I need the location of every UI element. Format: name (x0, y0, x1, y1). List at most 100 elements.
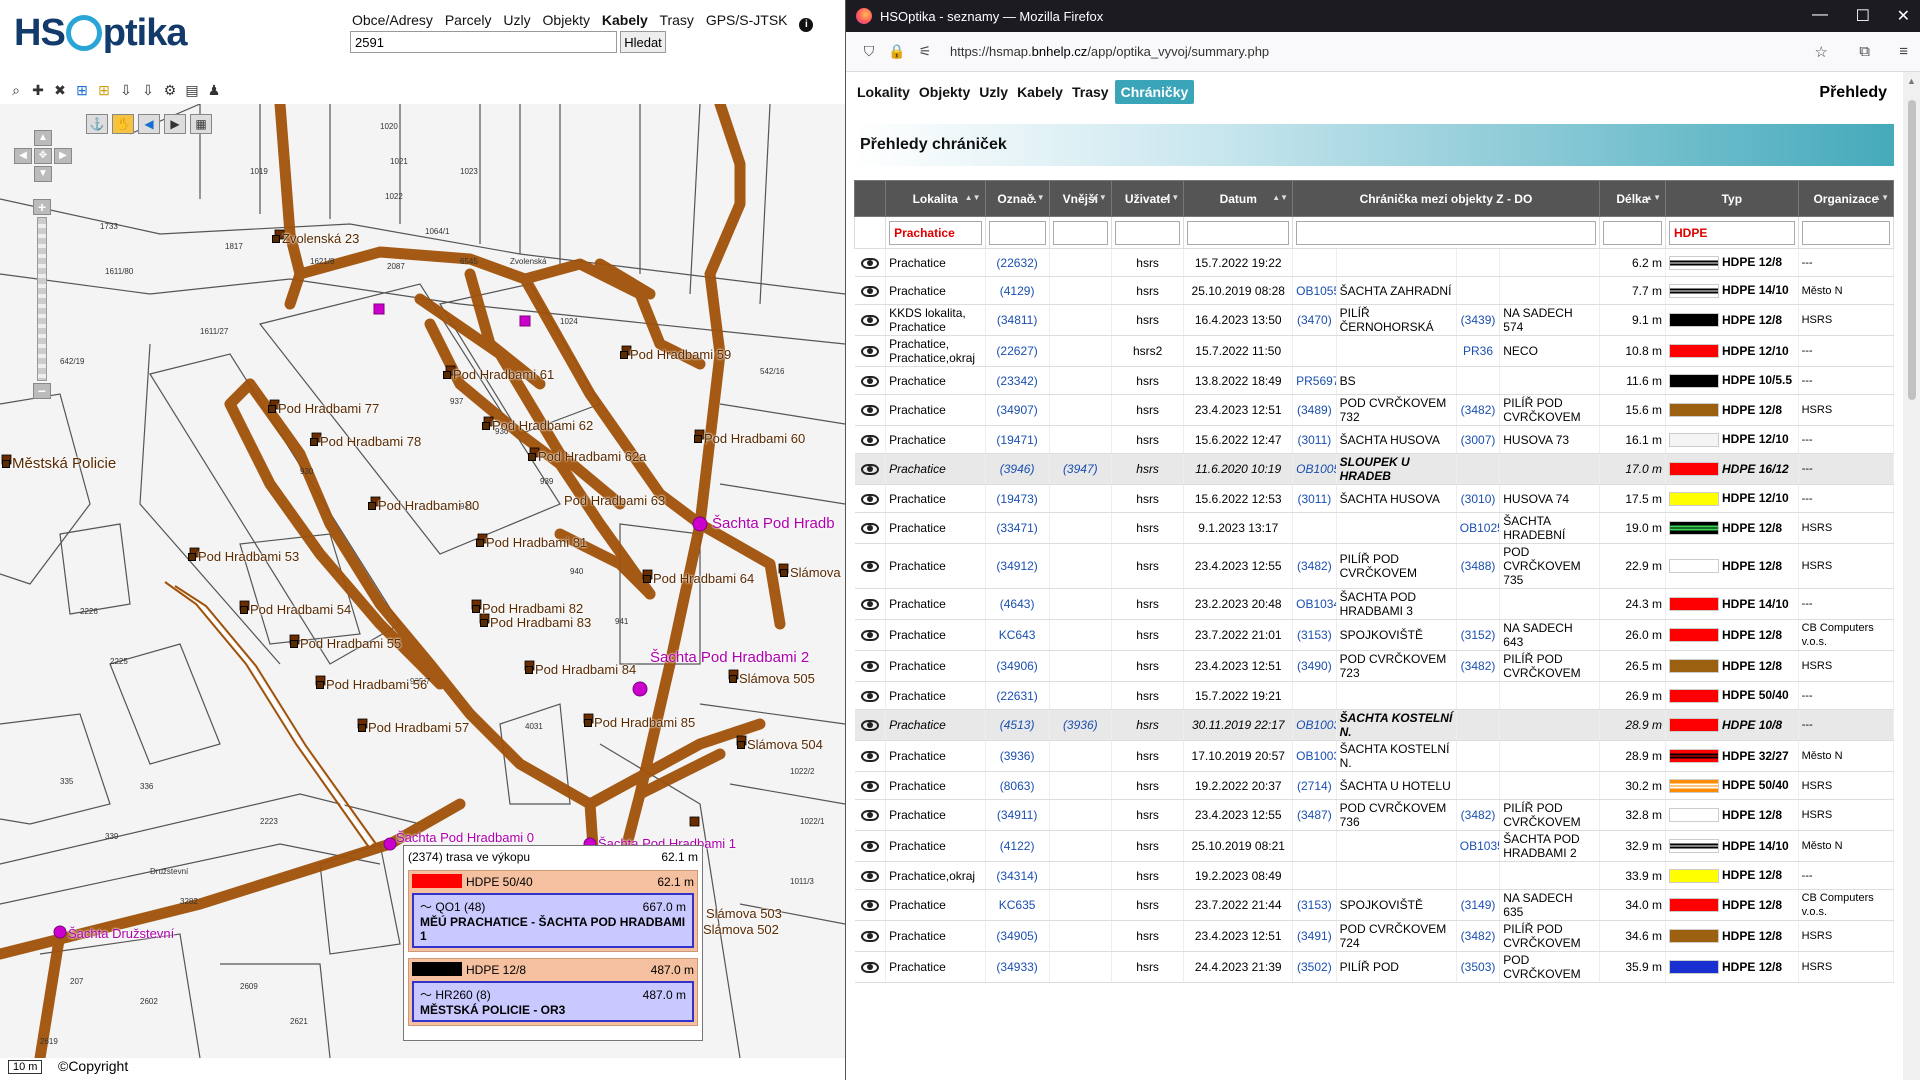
cell-vnejsi-link[interactable] (1049, 394, 1112, 426)
table-row[interactable]: Prachatice (22632) hsrs 15.7.2022 19:22 6.2 … (854, 248, 1895, 277)
filter-delka-input[interactable] (1602, 220, 1663, 245)
cell-vnejsi-link[interactable] (1049, 248, 1112, 277)
filter-oznac-input[interactable] (988, 220, 1046, 245)
map-label[interactable]: Pod Hradbami 80 (368, 498, 479, 513)
cell-to-id-link[interactable] (1456, 861, 1501, 890)
cell-vnejsi-link[interactable]: (3936) (1049, 709, 1112, 741)
table-row[interactable]: Prachatice (4129) hsrs 25.10.2019 08:28 OB10… (854, 276, 1895, 305)
col-organizace[interactable]: Organizace ▲▼ (1797, 180, 1895, 217)
cell-oznac-link[interactable]: KC643 (985, 619, 1050, 651)
table-row[interactable]: Prachatice (4643) hsrs 23.2.2023 20:48 OB103… (854, 588, 1895, 620)
filter-lokalita-input[interactable] (889, 220, 982, 245)
cell-to-id-link[interactable] (1456, 366, 1501, 395)
menu-kabely[interactable]: Kabely (602, 12, 648, 28)
eye-icon[interactable] (860, 661, 879, 673)
cell-oznac-link[interactable]: (19473) (985, 484, 1050, 513)
cell-from-id-link[interactable]: (3487) (1292, 799, 1337, 831)
map-label[interactable]: Slámova 505 (729, 671, 815, 686)
download-all-icon[interactable]: ⇩ (140, 82, 156, 98)
table-row[interactable]: Prachatice (8063) hsrs 19.2.2022 20:37 (2714… (854, 771, 1895, 800)
table-row[interactable]: Prachatice (23342) hsrs 13.8.2022 18:49 PR56… (854, 366, 1895, 395)
add-icon[interactable]: ✚ (30, 82, 46, 98)
eye-icon[interactable] (860, 405, 879, 417)
map-label[interactable]: Pod Hradbami 64 (643, 571, 754, 586)
cell-to-id-link[interactable]: OB1025 (1456, 512, 1501, 544)
menu-uzly[interactable]: Uzly (503, 12, 530, 28)
eye-icon[interactable] (860, 962, 879, 974)
measure-icon[interactable]: ▦ (190, 114, 212, 134)
popup-cable-box[interactable]: 〜 QO1 (48) 667.0 m MĚÚ PRACHATICE - ŠACHT… (412, 893, 694, 948)
cell-to-id-link[interactable]: (3010) (1456, 484, 1501, 513)
cell-from-id-link[interactable]: (3490) (1292, 650, 1337, 682)
table-row[interactable]: Prachatice (4513) (3936) hsrs 30.11.2019 22:… (854, 709, 1895, 741)
cell-oznac-link[interactable]: (34907) (985, 394, 1050, 426)
col-vnejsi[interactable]: Vnější ▲▼ (1048, 180, 1112, 217)
table-row[interactable]: Prachatice (34911) hsrs 23.4.2023 12:55 (348… (854, 799, 1895, 831)
table-row[interactable]: Prachatice (34933) hsrs 24.4.2023 21:39 (350… (854, 951, 1895, 983)
cell-to-id-link[interactable]: PR36 (1456, 335, 1501, 367)
eye-icon[interactable] (860, 630, 879, 642)
cell-from-id-link[interactable]: (3482) (1292, 543, 1337, 589)
table-row[interactable]: Prachatice (34907) hsrs 23.4.2023 12:51 (348… (854, 394, 1895, 426)
table-row[interactable]: Prachatice (34906) hsrs 23.4.2023 12:51 (349… (854, 650, 1895, 682)
pan-center-icon[interactable]: ✥ (34, 148, 52, 164)
cell-from-id-link[interactable]: (3011) (1292, 484, 1337, 513)
eye-icon[interactable] (860, 493, 879, 505)
eye-icon[interactable] (860, 434, 879, 446)
map-label[interactable]: Pod Hradbami 60 (694, 431, 805, 446)
scroll-up-icon[interactable]: ▲ (1907, 76, 1916, 86)
map-label[interactable]: Pod Hradbami 59 (620, 347, 731, 362)
cell-from-id-link[interactable]: (2714) (1292, 771, 1337, 800)
cell-vnejsi-link[interactable] (1049, 276, 1112, 305)
zoom-box-icon[interactable]: ⌕ (8, 82, 24, 98)
map-label[interactable]: Pod Hradbami 62a (528, 449, 646, 464)
eye-icon[interactable] (860, 599, 879, 611)
cell-oznac-link[interactable]: (19471) (985, 425, 1050, 454)
page-scrollbar[interactable]: ▲ (1903, 72, 1920, 1080)
cell-vnejsi-link[interactable] (1049, 830, 1112, 862)
cell-oznac-link[interactable]: (22631) (985, 681, 1050, 710)
cell-vnejsi-link[interactable] (1049, 799, 1112, 831)
map-label[interactable]: Pod Hradbami 61 (443, 367, 554, 382)
cell-from-id-link[interactable]: OB1005 (1292, 453, 1337, 485)
table-row[interactable]: Prachatice (33471) hsrs 9.1.2023 13:17 OB102… (854, 512, 1895, 544)
cell-from-id-link[interactable] (1292, 335, 1337, 367)
filter-vnejsi-input[interactable] (1052, 220, 1108, 245)
table-row[interactable]: Prachatice,okraj (34314) hsrs 19.2.2023 08:… (854, 861, 1895, 890)
menu-hamburger-icon[interactable]: ≡ (1899, 43, 1908, 60)
table-row[interactable]: Prachatice, Prachatice,okraj (22627) hsrs2… (854, 335, 1895, 367)
tab-chranicky[interactable]: Chráničky (1114, 80, 1195, 104)
table-row[interactable]: Prachatice (3936) hsrs 17.10.2019 20:57 OB10… (854, 740, 1895, 772)
popup-cable-box[interactable]: 〜 HR260 (8) 487.0 m MĚSTSKÁ POLICIE - OR3 (412, 981, 694, 1022)
cell-vnejsi-link[interactable] (1049, 681, 1112, 710)
pan-left-icon[interactable]: ◀ (14, 148, 32, 164)
cell-to-id-link[interactable]: (3482) (1456, 394, 1501, 426)
cell-vnejsi-link[interactable] (1049, 740, 1112, 772)
cell-vnejsi-link[interactable] (1049, 920, 1112, 952)
cell-oznac-link[interactable]: (22632) (985, 248, 1050, 277)
cell-vnejsi-link[interactable] (1049, 619, 1112, 651)
pan-down-icon[interactable]: ▼ (34, 166, 52, 182)
map-label[interactable]: Slámova 502 (703, 922, 779, 937)
tab-lokality[interactable]: Lokality (854, 80, 913, 104)
map-label[interactable]: Pod Hradbami 81 (476, 535, 587, 550)
table-row[interactable]: Prachatice (34905) hsrs 23.4.2023 12:51 (349… (854, 920, 1895, 952)
eye-icon[interactable] (860, 561, 879, 573)
menu-parcely[interactable]: Parcely (445, 12, 492, 28)
menu-gps[interactable]: GPS/S-JTSK (706, 12, 788, 28)
pan-hand-icon[interactable]: ✋ (112, 114, 134, 134)
map-label[interactable]: Pod Hradbami 56 (316, 677, 427, 692)
add-node-icon[interactable]: ⊞ (74, 82, 90, 98)
map-label[interactable]: Pod Hradbami 53 (188, 549, 299, 564)
cell-from-id-link[interactable]: OB1034 (1292, 588, 1337, 620)
filter-typ-input[interactable] (1669, 220, 1795, 245)
table-row[interactable]: Prachatice KC635 hsrs 23.7.2022 21:44 (3153)… (854, 889, 1895, 921)
cell-to-id-link[interactable]: (3482) (1456, 650, 1501, 682)
cell-oznac-link[interactable]: (34933) (985, 951, 1050, 983)
menu-objekty[interactable]: Objekty (543, 12, 590, 28)
cell-vnejsi-link[interactable]: (3947) (1049, 453, 1112, 485)
map-label[interactable]: Slámova (780, 565, 841, 580)
table-row[interactable]: Prachatice (4122) hsrs 25.10.2019 08:21 OB10… (854, 830, 1895, 862)
search-input[interactable] (350, 31, 617, 53)
print-icon[interactable]: ▤ (184, 82, 200, 98)
